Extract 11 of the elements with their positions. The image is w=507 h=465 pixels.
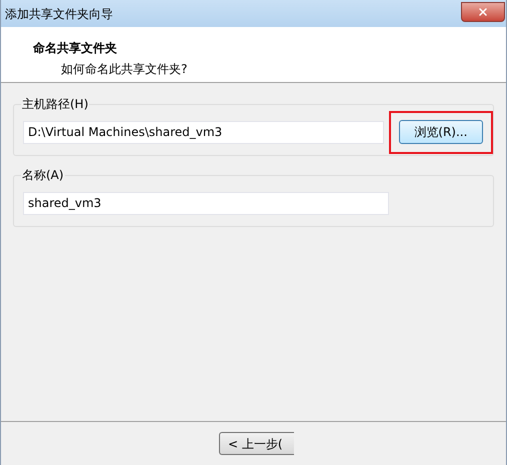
back-button[interactable]: < 上一步( xyxy=(219,432,294,455)
browse-button[interactable]: 浏览(R)... xyxy=(398,120,483,144)
group-label: 名称(A) xyxy=(21,168,65,182)
header-subtitle: 如何命名此共享文件夹? xyxy=(60,61,188,77)
close-icon xyxy=(477,6,489,18)
header-title: 命名共享文件夹 xyxy=(33,40,118,56)
close-button[interactable] xyxy=(461,2,505,22)
text-field[interactable]: D:\Virtual Machines\shared_vm3 xyxy=(23,120,384,144)
window-title: 添加共享文件夹向导 xyxy=(5,6,113,22)
group-label: 主机路径(H) xyxy=(21,97,90,111)
text-field[interactable]: shared_vm3 xyxy=(23,192,389,214)
